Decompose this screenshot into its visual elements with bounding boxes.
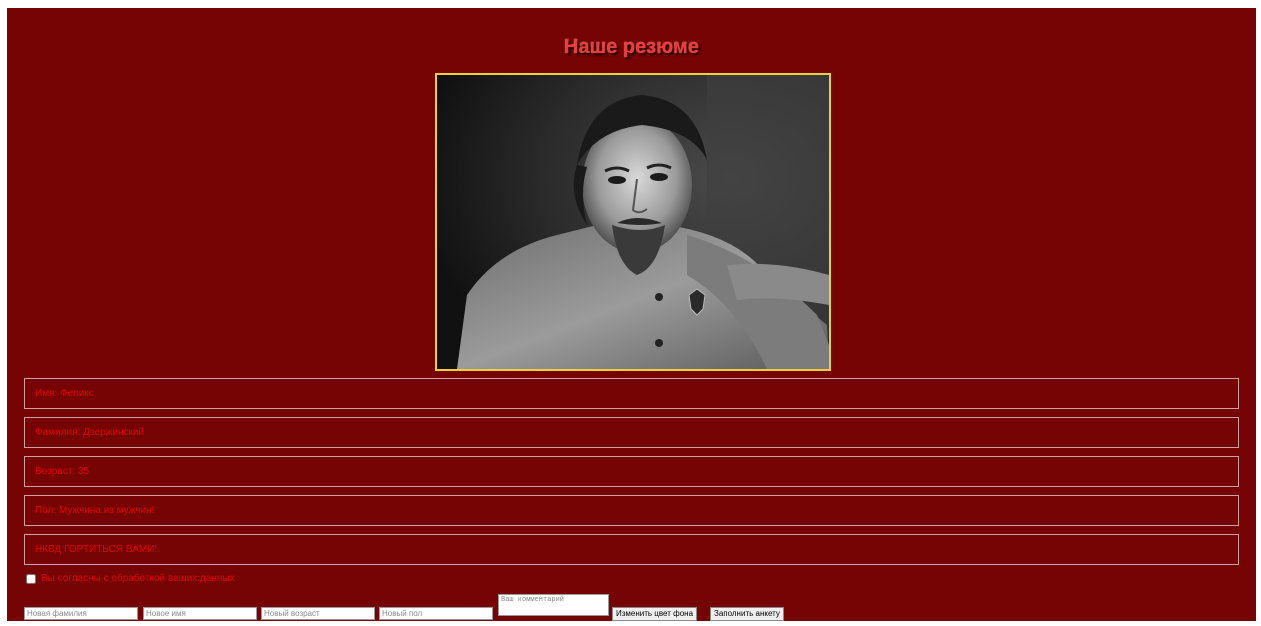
field-age-text: Возраст: 35 — [35, 466, 90, 477]
new-surname-input[interactable] — [24, 607, 138, 620]
fill-form-button[interactable]: Заполнить анкету — [710, 607, 784, 621]
consent-label: Вы согласны с обработкой ваших данных — [41, 573, 235, 584]
page-container: Наше резюме Имя: Феликс Фамилия: Дзержин… — [7, 8, 1256, 621]
new-name-input[interactable] — [143, 607, 257, 620]
portrait-image — [437, 75, 829, 369]
field-slogan: НКВД ГОРТИТЬСЯ ВАМИ! — [24, 534, 1239, 565]
comment-textarea[interactable] — [498, 594, 609, 616]
field-gender: Пол: Мужчина из мужчин! — [24, 495, 1239, 526]
new-gender-input[interactable] — [379, 607, 493, 620]
consent-row[interactable]: Вы согласны с обработкой ваших данных — [26, 573, 235, 584]
field-surname: Фамилия: Дзержинский — [24, 417, 1239, 448]
field-surname-text: Фамилия: Дзержинский — [35, 427, 145, 438]
field-age: Возраст: 35 — [24, 456, 1239, 487]
change-background-button[interactable]: Изменить цвет фона — [612, 607, 698, 621]
field-name: Имя: Феликс — [24, 378, 1239, 409]
page-title: Наше резюме — [564, 36, 699, 58]
new-age-input[interactable] — [261, 607, 375, 620]
field-slogan-text: НКВД ГОРТИТЬСЯ ВАМИ! — [35, 544, 158, 555]
field-gender-text: Пол: Мужчина из мужчин! — [35, 505, 155, 516]
field-name-text: Имя: Феликс — [35, 388, 94, 399]
portrait-photo — [435, 73, 831, 371]
consent-checkbox[interactable] — [26, 573, 36, 584]
